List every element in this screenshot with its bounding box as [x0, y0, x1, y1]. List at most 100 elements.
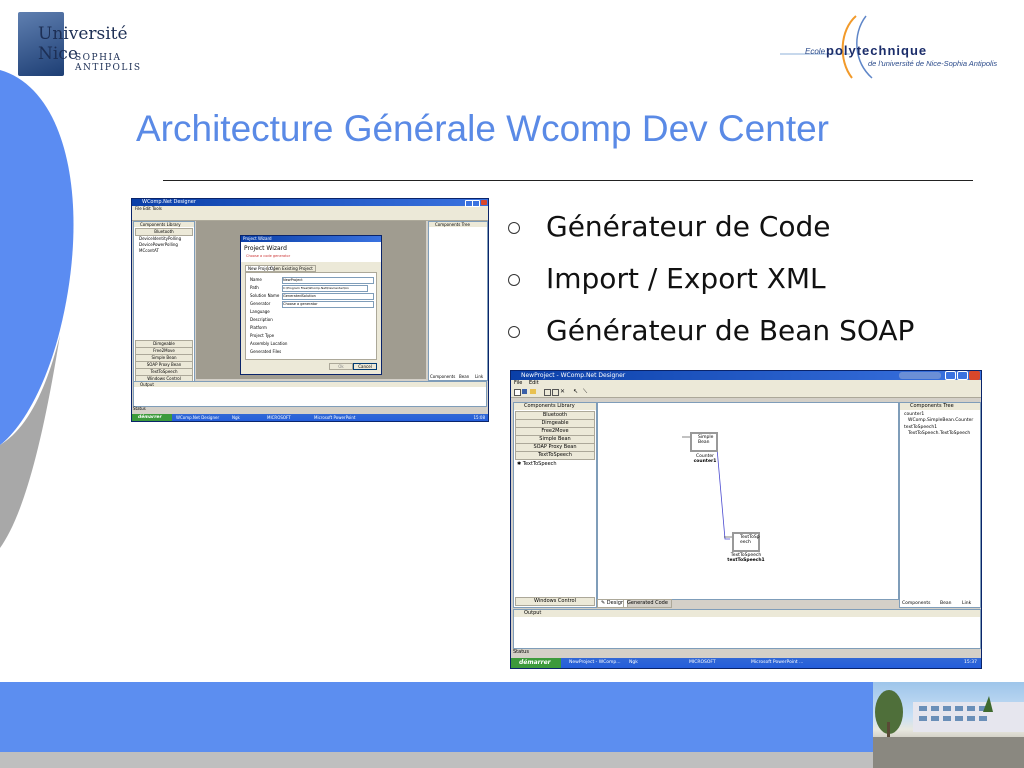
universite-nice-logo: Université Nice SOPHIA ANTIPOLIS [18, 12, 183, 80]
maximize-icon[interactable] [472, 200, 480, 207]
tree-tab-components[interactable]: Components [430, 374, 455, 379]
university-logo-line1: Université [38, 24, 128, 44]
tree-tab-link[interactable]: Link [475, 374, 483, 379]
university-logo-line2: Nice [38, 44, 78, 64]
poly-name-label: polytechnique [826, 43, 928, 58]
pointer-icon[interactable]: ↖ [573, 388, 578, 395]
field-input[interactable]: C:\Program Files\WComp.Net\DevCenter\bin [282, 285, 368, 292]
footer-grey-strip [0, 752, 1024, 768]
taskbar-item[interactable]: Ngk [232, 415, 240, 420]
taskbar-item[interactable]: Microsoft PowerPoint ... [751, 660, 803, 665]
field-label: Path [250, 285, 259, 290]
university-logo-line3: SOPHIA ANTIPOLIS [75, 53, 142, 73]
tree-node-type: WComp.SimpleBean.Counter [908, 418, 974, 423]
taskbar-clock: 15:37 [964, 660, 977, 665]
library-item[interactable]: MCcontAT [139, 248, 159, 253]
field-label: Generated Files [250, 349, 282, 354]
tab-design-label: Design [606, 600, 625, 606]
poly-ecole-label: Ecole [805, 47, 826, 56]
screenshot-wcomp-designer-wizard: WComp.Net Designer File Edit Tools Compo… [131, 198, 489, 422]
wizard-form: Name NewProject Path C:\Program Files\WC… [245, 272, 377, 360]
taskbar-clock: 15:08 [473, 415, 485, 420]
line-tool-icon[interactable]: ⟍ [583, 388, 587, 395]
start-button[interactable]: démarrer [511, 658, 561, 668]
tree-node[interactable]: counter1 [904, 412, 924, 417]
new-icon[interactable] [514, 389, 521, 396]
copy-icon[interactable] [552, 389, 559, 396]
library-item-label: TextToSpeech [522, 461, 557, 467]
tree-tab-bean[interactable]: Bean [940, 601, 951, 606]
bean-simple-bean[interactable]: Simple Bean [690, 432, 718, 452]
close-icon[interactable] [969, 371, 980, 380]
cut-icon[interactable] [544, 389, 551, 396]
bean-label: Simple Bean [698, 435, 714, 445]
design-canvas[interactable]: Simple Bean Counter counter1 TextToSp ee… [597, 402, 899, 600]
taskbar-item[interactable]: MICROSOFT [267, 415, 291, 420]
tree-tab-link[interactable]: Link [962, 601, 971, 606]
field-input[interactable]: NewProject [282, 277, 374, 284]
project-wizard-dialog: Project Wizard Project Wizard Choose a c… [240, 235, 382, 375]
tree-header: Components Tree [900, 403, 980, 410]
tree-node[interactable]: textToSpeech1 [904, 425, 937, 430]
wizard-cancel-button[interactable]: Cancel [353, 363, 377, 370]
window-titlebar: WComp.Net Designer [132, 199, 488, 207]
bullet-text: Générateur de Code [546, 210, 831, 243]
library-item[interactable]: ✱ TextToSpeech [517, 461, 557, 467]
field-label: Description [250, 317, 273, 322]
wizard-ok-button[interactable]: Ok [329, 363, 353, 370]
tree-node-type: TextToSpeech.TextToSpeech [908, 431, 971, 436]
library-item[interactable]: DevicePowerPolling [139, 242, 178, 247]
menu-edit[interactable]: Edit [529, 380, 539, 386]
field-label: Generator [250, 301, 271, 306]
tree-tab-components[interactable]: Components [902, 601, 930, 606]
status-bar: Status [133, 406, 146, 411]
field-label: Language [250, 309, 270, 314]
bean-label: TextToSp eech [740, 535, 760, 545]
polytechnique-logo: Ecole polytechnique de l'université de N… [780, 10, 1020, 85]
tree-tab-bean[interactable]: Bean [459, 374, 469, 379]
wizard-tab-open-project[interactable]: Open Existing Project [267, 265, 316, 272]
bean-text-to-speech[interactable]: TextToSp eech [732, 532, 760, 552]
library-footer[interactable]: Windows Control [515, 597, 595, 606]
save-icon[interactable] [522, 389, 527, 394]
tab-generated-code[interactable]: Generated Code [623, 599, 672, 608]
maximize-icon[interactable] [957, 371, 968, 380]
library-item[interactable]: DeviceIdentityPolling [139, 236, 181, 241]
library-tab[interactable]: TextToSpeech [515, 451, 595, 460]
campus-building-illustration [873, 690, 1024, 768]
menu-bar: File Edit [511, 380, 981, 387]
start-button[interactable]: démarrer [132, 414, 172, 421]
generator-select[interactable]: Choose a generator [282, 301, 374, 308]
taskbar: démarrer NewProject - WComp... Ngk MICRO… [511, 658, 981, 668]
status-bar: Status [513, 649, 529, 655]
tab-generated-code-label: Generated Code [627, 600, 668, 606]
screenshot-wcomp-designer-project: NewProject - WComp.Net Designer File Edi… [510, 370, 982, 669]
bean-instance-name: counter1 [693, 459, 717, 464]
field-label: Name [250, 277, 262, 282]
library-tab-bluetooth[interactable]: Bluetooth [135, 228, 193, 236]
delete-icon[interactable]: ✕ [560, 389, 565, 395]
minimize-icon[interactable] [465, 200, 473, 207]
taskbar-item[interactable]: NewProject - WComp... [569, 660, 621, 665]
field-input[interactable]: GeneratedSolution [282, 293, 374, 300]
output-panel: Output [133, 381, 487, 407]
field-label: Project Type [250, 333, 275, 338]
taskbar-item[interactable]: Microsoft PowerPoint [314, 415, 356, 420]
taskbar-item[interactable]: Ngk [629, 660, 638, 665]
components-library-panel: Components Library Bluetooth Dimgeable F… [513, 402, 597, 608]
components-library-panel: Components Library Bluetooth DeviceIdent… [133, 221, 195, 383]
toolbar: ✕ ↖ ⟍ [511, 387, 981, 398]
field-label: Assembly Location [250, 341, 288, 346]
open-icon[interactable] [530, 389, 536, 394]
library-header: Components Library [514, 403, 596, 410]
bullet-ring-icon [508, 222, 520, 234]
wizard-heading: Project Wizard [244, 245, 287, 252]
menu-file[interactable]: File [514, 380, 522, 386]
minimize-icon[interactable] [945, 371, 956, 380]
taskbar-item[interactable]: WComp.Net Designer [176, 415, 219, 420]
tree-header: Components Tree [429, 222, 487, 227]
footer-band [0, 682, 1024, 752]
close-icon[interactable] [481, 200, 487, 205]
taskbar-item[interactable]: MICROSOFT [689, 660, 716, 665]
titlebar-tray-icons [899, 372, 941, 379]
